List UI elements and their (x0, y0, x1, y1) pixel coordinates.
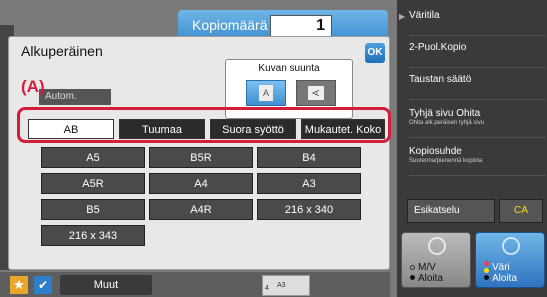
preview-button[interactable]: Esikatselu (407, 199, 495, 223)
copy-count-label: Kopiomäärä (192, 17, 268, 33)
size-button-216x343[interactable]: 216 x 343 (41, 225, 145, 246)
indicator-dot-icon (484, 268, 489, 273)
size-button-a5[interactable]: A5 (41, 147, 145, 168)
indicator-dot-icon (484, 261, 489, 266)
color-start-label: Väri (492, 262, 510, 273)
size-button-a4r[interactable]: A4R (149, 199, 253, 220)
indicator-dot-icon (484, 275, 489, 280)
menu-item-label: Väritila (409, 10, 440, 21)
menu-item-sublabel: Suurenna/pienennä kopiota (409, 158, 483, 164)
right-function-panel: ▶ Väritila 2-Puol.Kopio Taustan säätö Ty… (397, 0, 547, 297)
mono-start-label: M/V (418, 262, 436, 273)
copy-count-field[interactable]: 1 (270, 15, 332, 37)
menu-item-color-mode[interactable]: Väritila (409, 10, 545, 36)
size-button-b5r[interactable]: B5R (149, 147, 253, 168)
menu-item-background-adjust[interactable]: Taustan säätö (409, 74, 545, 100)
menu-item-copy-ratio[interactable]: Kopiosuhde Suurenna/pienennä kopiota (409, 146, 545, 176)
size-button-b5[interactable]: B5 (41, 199, 145, 220)
more-button[interactable]: Muut (60, 275, 152, 295)
collapse-arrow-icon[interactable]: ▶ (399, 12, 405, 21)
size-button-b4[interactable]: B4 (257, 147, 361, 168)
start-diamond-icon (498, 233, 524, 259)
orientation-label: Kuvan suunta (258, 63, 320, 74)
thumbnail-number: 4 (265, 285, 269, 292)
menu-item-sublabel: Ohita alk.peräisen tyhjä sivu (409, 120, 485, 126)
original-size-dialog: Alkuperäinen OK Kuvan suunta A A Autom. … (8, 36, 391, 270)
menu-item-label: Taustan säätö (409, 74, 472, 85)
tab-ab[interactable]: AB (28, 119, 114, 139)
check-icon[interactable]: ✔ (34, 276, 52, 294)
mono-start-button[interactable]: M/V Aloita (401, 232, 471, 288)
star-icon[interactable]: ★ (10, 276, 28, 294)
thumbnail-size-label: A3 (277, 282, 286, 289)
menu-item-blank-page-skip[interactable]: Tyhjä sivu Ohita Ohita alk.peräisen tyhj… (409, 108, 545, 138)
auto-size-button[interactable]: Autom. (39, 89, 111, 105)
start-diamond-icon (424, 233, 450, 259)
paper-size-grid: A5 B5R B4 A5R A4 A3 B5 A4R 216 x 340 216… (41, 147, 369, 255)
size-button-216x340[interactable]: 216 x 340 (257, 199, 361, 220)
menu-item-label: 2-Puol.Kopio (409, 42, 467, 53)
dialog-title: Alkuperäinen (21, 43, 103, 59)
orientation-portrait-button[interactable]: A (246, 80, 286, 106)
annotation-marker-a: (A) (21, 77, 45, 96)
mono-start-sublabel: Aloita (418, 273, 444, 284)
orientation-landscape-button[interactable]: A (296, 80, 336, 106)
size-button-a5r[interactable]: A5R (41, 173, 145, 194)
landscape-page-icon: A (308, 86, 324, 100)
preview-button-label: Esikatselu (414, 205, 460, 216)
menu-item-label: Kopiosuhde (409, 146, 462, 157)
tab-custom-size[interactable]: Mukautet. Koko (301, 119, 385, 139)
ok-button[interactable]: OK (365, 43, 385, 63)
size-button-a4[interactable]: A4 (149, 173, 253, 194)
menu-item-duplex-copy[interactable]: 2-Puol.Kopio (409, 42, 545, 68)
clear-all-button[interactable]: CA (499, 199, 543, 223)
color-start-button[interactable]: Väri Aloita (475, 232, 545, 288)
size-button-a3[interactable]: A3 (257, 173, 361, 194)
menu-item-label: Tyhjä sivu Ohita (409, 108, 481, 119)
color-start-sublabel: Aloita (492, 273, 518, 284)
portrait-page-icon: A (259, 85, 273, 101)
bottom-toolbar: ★ ✔ Muut 4 A3 (0, 272, 390, 297)
indicator-dot-icon (410, 265, 415, 270)
copy-screen: Kopiomäärä 1 Alkuperäinen OK Kuvan suunt… (0, 0, 547, 297)
indicator-dot-icon (410, 275, 415, 280)
tab-inch[interactable]: Tuumaa (119, 119, 205, 139)
copy-preview-thumbnail: 4 A3 (262, 275, 310, 296)
tab-direct-entry[interactable]: Suora syöttö (210, 119, 296, 139)
